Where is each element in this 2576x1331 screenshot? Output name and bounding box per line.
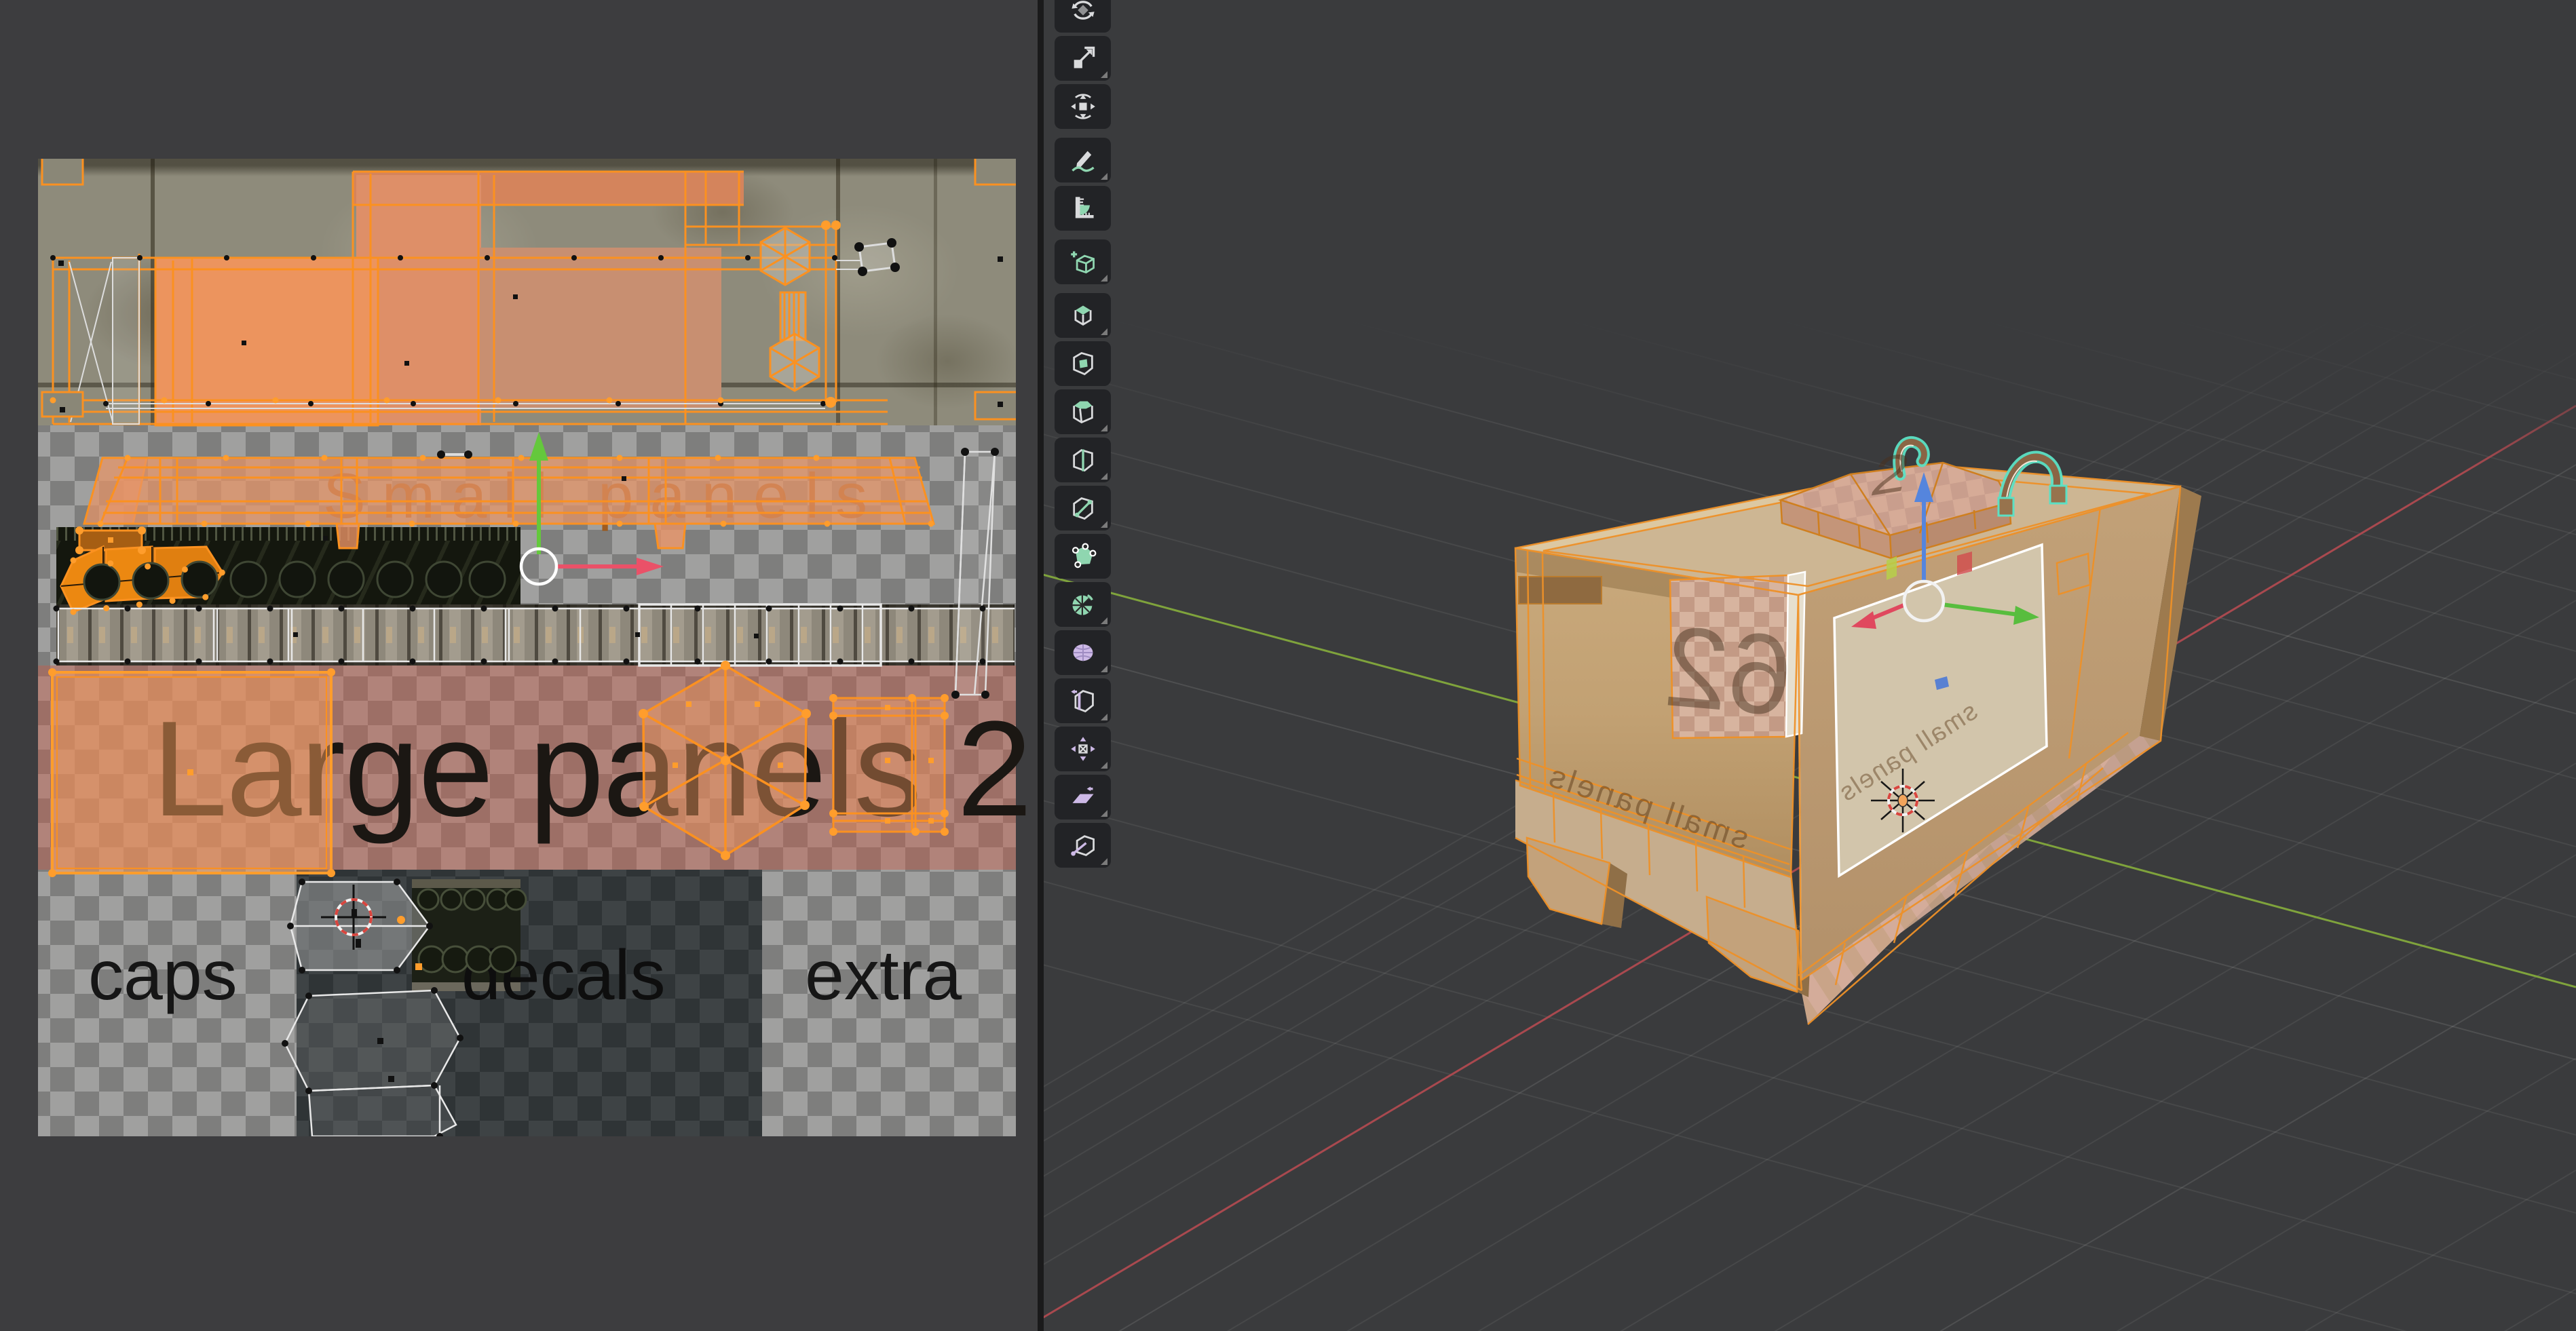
tool-inset-faces-button[interactable] bbox=[1055, 341, 1111, 386]
tool-poly-build-button[interactable] bbox=[1055, 534, 1111, 579]
uv-island-small-panels[interactable] bbox=[84, 458, 934, 548]
texture-atlas: Small panels Large panels 2 caps decals … bbox=[38, 159, 1016, 1136]
tool-smooth-button[interactable] bbox=[1055, 630, 1111, 675]
uv-island-caps-hexagons[interactable] bbox=[285, 882, 460, 1136]
tool-loop-cut-button[interactable] bbox=[1055, 438, 1111, 482]
tool-transform-button[interactable] bbox=[1055, 84, 1111, 129]
vehicle-model bbox=[1038, 0, 2576, 1331]
vehicle-62-panel[interactable] bbox=[1670, 575, 1788, 738]
tool-add-cube-button[interactable] bbox=[1055, 239, 1111, 284]
uv-gizmo-x-arrow[interactable] bbox=[637, 558, 664, 575]
uv-wireframe-overlay bbox=[38, 159, 1016, 1136]
blender-window: Small panels Large panels 2 caps decals … bbox=[0, 0, 2576, 1331]
edit-mode-toolbar bbox=[1055, 0, 1111, 876]
tool-shrink-fatten-button[interactable] bbox=[1055, 727, 1111, 771]
uv-island-right-rect[interactable] bbox=[833, 698, 945, 832]
tool-rotate-button[interactable] bbox=[1055, 0, 1111, 33]
tool-knife-button[interactable] bbox=[1055, 486, 1111, 531]
uv-editor-area[interactable]: Small panels Large panels 2 caps decals … bbox=[0, 0, 1040, 1331]
tool-bevel-button[interactable] bbox=[1055, 389, 1111, 434]
gizmo-plane-y[interactable] bbox=[1887, 556, 1897, 580]
uv-island-hex-fans[interactable] bbox=[761, 228, 819, 391]
vehicle-vent[interactable] bbox=[1519, 577, 1602, 604]
viewport-3d-area[interactable]: small panels small panels 62 2 bbox=[1038, 0, 2576, 1331]
tool-rip-region-button[interactable] bbox=[1055, 823, 1111, 868]
uv-gizmo-y-arrow[interactable] bbox=[529, 432, 548, 461]
uv-island-track-links[interactable] bbox=[56, 604, 1015, 666]
gizmo-plane-x[interactable] bbox=[1957, 552, 1972, 575]
tool-extrude-region-button[interactable] bbox=[1055, 293, 1111, 338]
tool-edge-slide-button[interactable] bbox=[1055, 678, 1111, 723]
uv-island-large-structure[interactable] bbox=[53, 172, 888, 425]
tool-measure-button[interactable] bbox=[1055, 186, 1111, 231]
tool-annotate-button[interactable] bbox=[1055, 138, 1111, 182]
tool-spin-button[interactable] bbox=[1055, 582, 1111, 627]
tool-shear-button[interactable] bbox=[1055, 775, 1111, 819]
uv-island-thin-strip[interactable] bbox=[955, 452, 995, 695]
tool-scale-button[interactable] bbox=[1055, 36, 1111, 81]
decal-wheels bbox=[418, 889, 526, 972]
